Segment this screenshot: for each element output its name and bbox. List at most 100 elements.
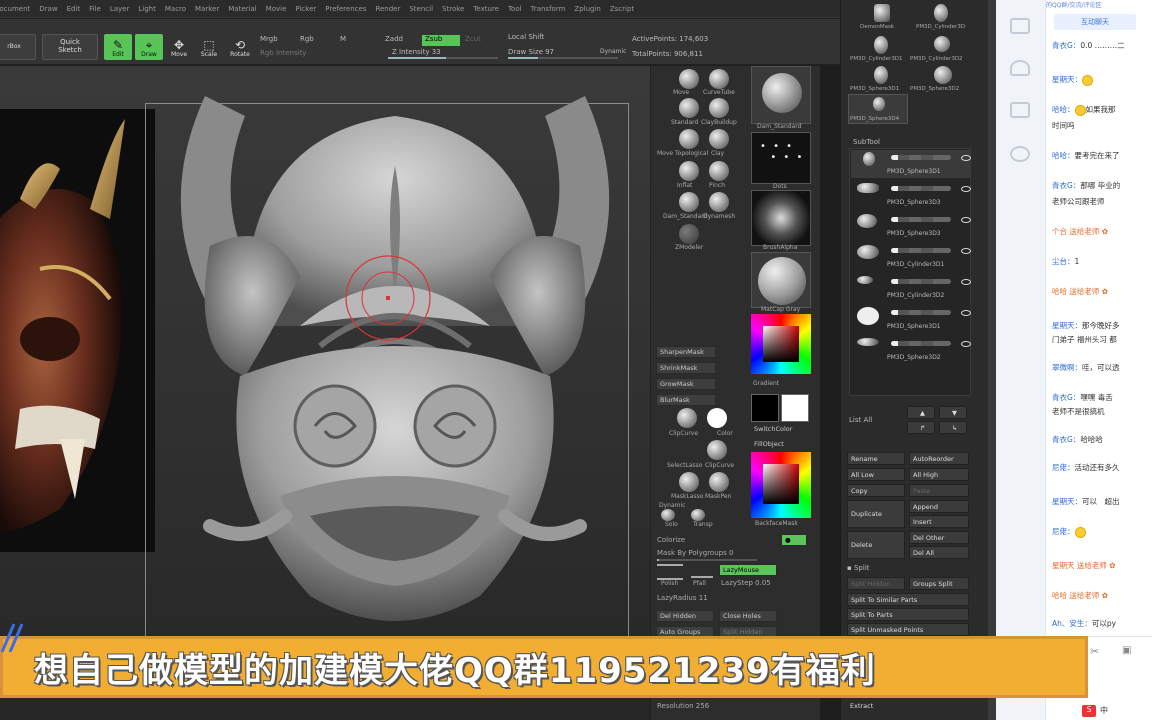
del-hidden-button[interactable]: Del Hidden bbox=[656, 610, 714, 622]
quick-sketch-button[interactable]: Quick Sketch bbox=[42, 34, 98, 60]
chat-sender[interactable]: 翠微啊： bbox=[1052, 363, 1082, 372]
current-brush-thumb[interactable] bbox=[751, 66, 811, 124]
subtool-item[interactable]: PM3D_Cylinder3D1 bbox=[851, 243, 971, 271]
chat-sender[interactable]: 尼佬： bbox=[1052, 463, 1075, 472]
alpha-thumb[interactable] bbox=[751, 190, 811, 246]
extract-header[interactable]: Extract bbox=[847, 700, 969, 713]
menu-item[interactable]: Macro bbox=[165, 5, 186, 13]
menu-item[interactable]: Picker bbox=[295, 5, 316, 13]
split-similar-button[interactable]: Split To Similar Parts bbox=[847, 593, 969, 606]
menu-item[interactable]: Draw bbox=[39, 5, 57, 13]
brush-move-icon[interactable] bbox=[679, 69, 699, 89]
clip-curve-icon[interactable] bbox=[677, 408, 697, 428]
brush-pinch-icon[interactable] bbox=[709, 161, 729, 181]
chat-sender[interactable]: 青衣G： bbox=[1052, 393, 1080, 402]
chat-sender[interactable]: 个合 送给老师 bbox=[1052, 227, 1099, 236]
solo-icon[interactable] bbox=[661, 509, 675, 521]
texture-color-picker[interactable] bbox=[751, 452, 811, 518]
paste-button[interactable]: Paste bbox=[909, 484, 969, 497]
scissors-icon[interactable]: ✂ bbox=[1090, 645, 1099, 658]
chat-sender[interactable]: 尘台： bbox=[1052, 257, 1075, 266]
chat-top-link[interactable]: 的QQ群/交流/评论区 bbox=[1046, 0, 1152, 8]
rgb-button[interactable]: Rgb bbox=[300, 35, 314, 43]
sculpt-viewport[interactable] bbox=[0, 66, 650, 720]
thumb-up-icon[interactable] bbox=[1010, 60, 1030, 76]
menu-item[interactable]: Render bbox=[375, 5, 400, 13]
delete-button[interactable]: Delete bbox=[847, 531, 905, 559]
rgb-intensity-slider[interactable]: Rgb Intensity bbox=[260, 49, 306, 57]
menu-item[interactable]: Edit bbox=[67, 5, 81, 13]
duplicate-button[interactable]: Duplicate bbox=[847, 500, 905, 528]
brush-curvetube-icon[interactable] bbox=[709, 69, 729, 89]
del-all-button[interactable]: Del All bbox=[909, 546, 969, 559]
list-all-button[interactable]: List All bbox=[849, 416, 872, 424]
shrink-mask-button[interactable]: ShrinkMask bbox=[656, 362, 716, 374]
backface-mask-button[interactable]: BackfaceMask bbox=[755, 520, 798, 527]
eye-icon[interactable] bbox=[961, 155, 971, 161]
brush-claybuildup-icon[interactable] bbox=[709, 98, 729, 118]
move-up-icon[interactable]: ▲ bbox=[907, 406, 935, 419]
menu-item[interactable]: Light bbox=[138, 5, 155, 13]
lazy-step-slider[interactable]: LazyStep 0.05 bbox=[721, 579, 771, 587]
chat-sender[interactable]: 哈哈 送给老师 bbox=[1052, 287, 1099, 296]
scale-button[interactable]: ⬚ Scale bbox=[196, 34, 222, 60]
move-left-icon[interactable]: ↱ bbox=[907, 421, 935, 434]
secondary-color-swatch[interactable] bbox=[751, 394, 779, 422]
primary-color-swatch[interactable] bbox=[781, 394, 809, 422]
subtool-header[interactable]: SubTool bbox=[853, 138, 880, 146]
mrgb-button[interactable]: Mrgb bbox=[260, 35, 278, 43]
chat-icon[interactable] bbox=[1010, 18, 1030, 34]
chat-sender[interactable]: 青衣G： bbox=[1052, 435, 1080, 444]
z-intensity-slider[interactable]: Z Intensity 33 bbox=[392, 48, 441, 56]
move-right-icon[interactable]: ↳ bbox=[939, 421, 967, 434]
chat-sender[interactable]: 青衣G： bbox=[1052, 181, 1080, 190]
tool-thumb-demonmask[interactable] bbox=[874, 4, 890, 22]
split-parts-button[interactable]: Split To Parts bbox=[847, 608, 969, 621]
subtool-item[interactable]: PM3D_Sphere3D3 bbox=[851, 181, 971, 209]
append-button[interactable]: Append bbox=[909, 500, 969, 513]
menu-item[interactable]: Transform bbox=[531, 5, 566, 13]
panel-scrollbar[interactable] bbox=[988, 0, 996, 720]
chat-sender[interactable]: 哈哈： bbox=[1052, 105, 1075, 114]
eye-icon[interactable] bbox=[961, 341, 971, 347]
gradient-label[interactable]: Gradient bbox=[753, 380, 779, 387]
split-unmasked-button[interactable]: Split Unmasked Points bbox=[847, 623, 969, 636]
subtool-item[interactable]: PM3D_Sphere3D1 bbox=[851, 305, 971, 333]
mask-by-polygroups-track[interactable] bbox=[657, 559, 757, 561]
brush-zmodeler-icon[interactable] bbox=[679, 224, 699, 244]
material-thumb[interactable] bbox=[751, 252, 811, 308]
blur-mask-button[interactable]: BlurMask bbox=[656, 394, 716, 406]
eye-icon[interactable] bbox=[961, 310, 971, 316]
stroke-thumb[interactable]: • • • • • • bbox=[751, 132, 811, 184]
brush-clay-icon[interactable] bbox=[709, 129, 729, 149]
subtool-item[interactable]: PM3D_Sphere3D1 bbox=[851, 150, 971, 178]
groups-split-button[interactable]: Groups Split bbox=[909, 577, 969, 590]
eye-icon[interactable] bbox=[961, 186, 971, 192]
color-picker[interactable] bbox=[751, 314, 811, 374]
tool-thumb-cylinder2[interactable] bbox=[934, 36, 950, 52]
camera-icon[interactable] bbox=[1010, 146, 1030, 162]
auto-reorder-button[interactable]: AutoReorder bbox=[909, 452, 969, 465]
subtool-item[interactable]: PM3D_Cylinder3D2 bbox=[851, 274, 971, 302]
mask-by-polygroups-slider[interactable]: Mask By Polygroups 0 bbox=[657, 549, 733, 557]
screen-share-icon[interactable] bbox=[1010, 102, 1030, 118]
edit-button[interactable]: ✎ Edit bbox=[104, 34, 132, 60]
menu-item[interactable]: Zplugin bbox=[574, 5, 600, 13]
menu-item[interactable]: Stencil bbox=[409, 5, 433, 13]
eye-icon[interactable] bbox=[961, 217, 971, 223]
all-high-button[interactable]: All High bbox=[909, 468, 969, 481]
split-hidden-button[interactable]: Split Hidden bbox=[847, 577, 905, 590]
sharpen-mask-button[interactable]: SharpenMask bbox=[656, 346, 716, 358]
menu-item[interactable]: Document bbox=[0, 5, 30, 13]
lightbox-button[interactable]: rBox bbox=[0, 34, 36, 60]
brush-standard-icon[interactable] bbox=[679, 98, 699, 118]
m-button[interactable]: M bbox=[340, 35, 346, 43]
eye-icon[interactable] bbox=[961, 248, 971, 254]
chat-sender[interactable]: 星期天 送给老师 bbox=[1052, 561, 1107, 570]
move-down-icon[interactable]: ▼ bbox=[939, 406, 967, 419]
select-lasso-icon[interactable] bbox=[707, 440, 727, 460]
menu-item[interactable]: Layer bbox=[110, 5, 130, 13]
split-header[interactable]: ▪ Split bbox=[847, 564, 870, 572]
brush-dynamesh-icon[interactable] bbox=[709, 192, 729, 212]
brush-damstandard-icon[interactable] bbox=[679, 192, 699, 212]
